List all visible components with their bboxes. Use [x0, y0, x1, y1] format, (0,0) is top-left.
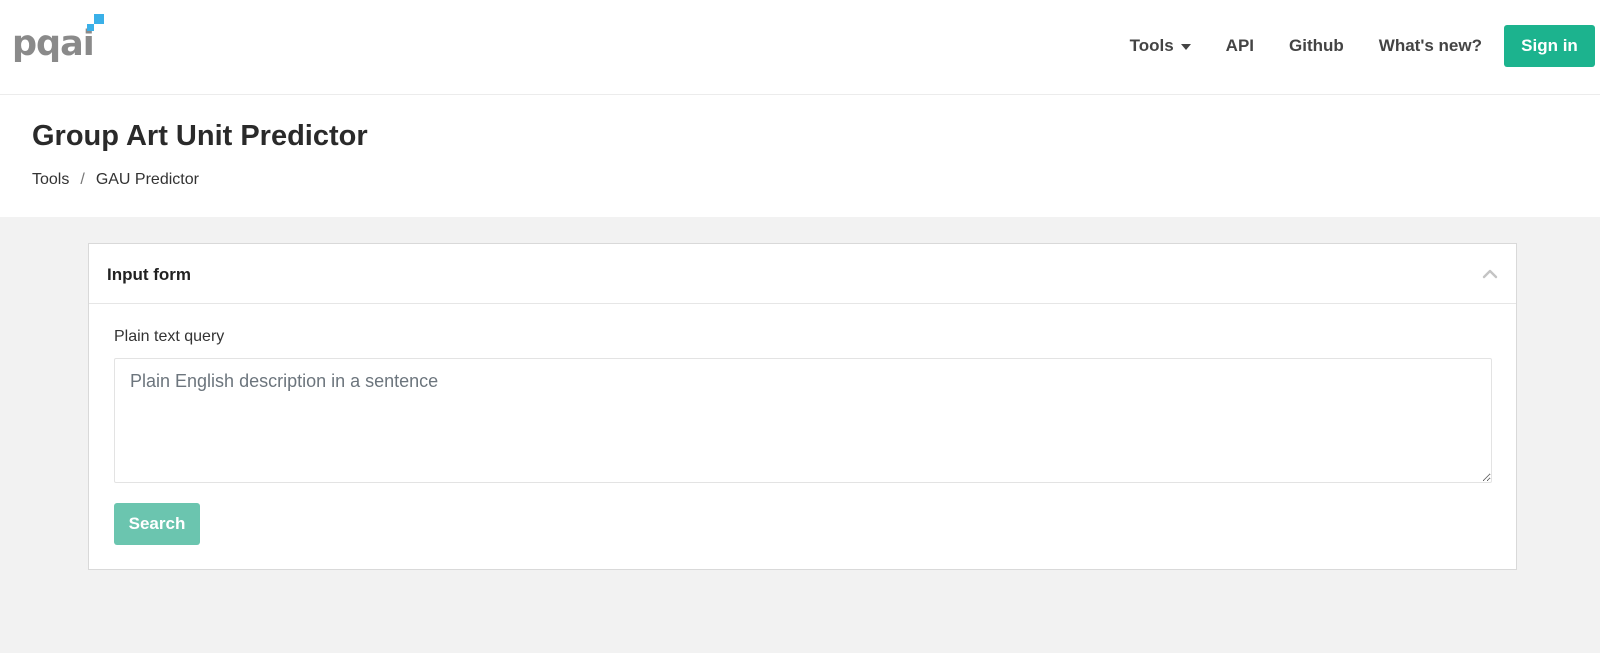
nav-api-link[interactable]: API: [1226, 36, 1254, 56]
breadcrumb-separator: /: [80, 171, 85, 188]
nav-tools-label: Tools: [1129, 36, 1174, 55]
breadcrumb-tools-link[interactable]: Tools: [32, 171, 69, 189]
nav-whats-new-link[interactable]: What's new?: [1379, 36, 1482, 56]
breadcrumb: Tools / GAU Predictor: [32, 171, 199, 189]
caret-down-icon: [1180, 44, 1191, 50]
page-header: Group Art Unit Predictor Tools / GAU Pre…: [0, 95, 1600, 217]
navbar: pqai Tools API Github What's new? Sign i…: [0, 0, 1600, 95]
logo-mark-icon: [87, 14, 104, 31]
nav-github-link[interactable]: Github: [1289, 36, 1344, 56]
page-title: Group Art Unit Predictor: [32, 120, 368, 152]
query-label: Plain text query: [114, 328, 225, 345]
card-title: Input form: [107, 265, 192, 284]
nav-links: Tools API Github What's new? Sign in: [1130, 0, 1600, 92]
search-button[interactable]: Search: [114, 503, 200, 545]
query-textarea[interactable]: [114, 358, 1492, 483]
breadcrumb-current: GAU Predictor: [95, 171, 199, 188]
input-form-card: Input form Plain text query Search: [88, 243, 1517, 570]
sign-in-button[interactable]: Sign in: [1504, 25, 1595, 67]
pqai-logo[interactable]: pqai: [12, 14, 104, 64]
nav-tools-dropdown[interactable]: Tools: [1130, 36, 1191, 56]
card-header[interactable]: Input form: [89, 244, 1516, 304]
chevron-up-icon[interactable]: [1482, 268, 1498, 280]
